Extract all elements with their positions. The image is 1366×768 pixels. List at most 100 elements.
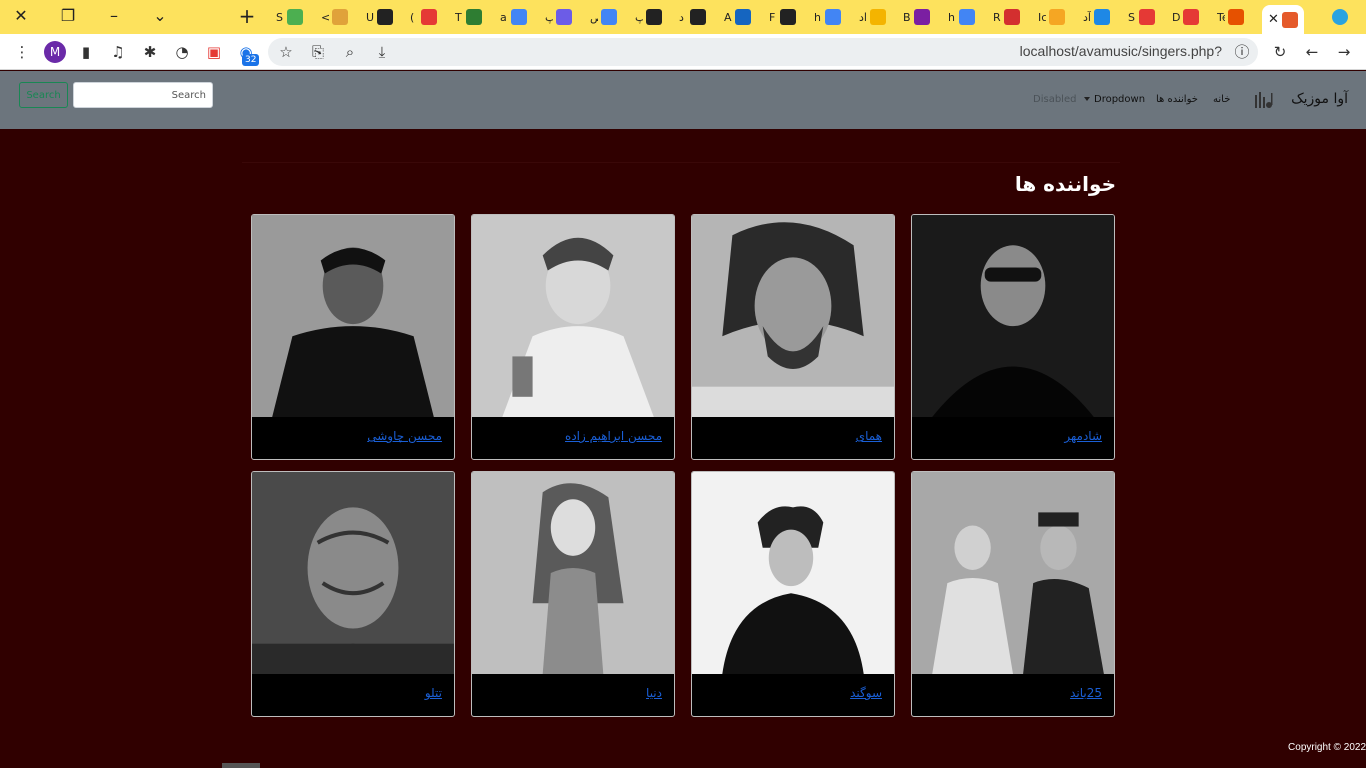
browser-menu-icon[interactable]: ⋮ [12, 42, 32, 62]
extension-ghost-icon[interactable]: ◔ [172, 42, 192, 62]
forward-icon[interactable]: → [1334, 42, 1354, 62]
tab-title: آد [1083, 10, 1091, 24]
browser-tab[interactable]: T [455, 5, 482, 29]
singer-photo [692, 472, 894, 674]
browser-toolbar: ⋮ M ▮ ♫ ✱ ◔ ▣ ◉ 32 ☆ ⎘ ⌕ ⤓ localhost/ava… [0, 34, 1366, 70]
browser-tab[interactable]: a [500, 5, 527, 29]
browser-tab[interactable]: Te [1217, 5, 1244, 29]
download-icon[interactable]: ⤓ [372, 42, 392, 62]
singer-name-link[interactable]: سوگند [850, 686, 882, 700]
singer-name-link[interactable]: تتلو [425, 686, 442, 700]
singer-card[interactable]: سوگند [691, 471, 895, 717]
singer-name-link[interactable]: شادمهر [1064, 429, 1102, 443]
browser-tab[interactable]: h [948, 5, 975, 29]
tab-active[interactable]: ✕ [1262, 5, 1304, 34]
singer-name-link[interactable]: دنیا [646, 686, 662, 700]
nav-dropdown[interactable]: Dropdown [1084, 94, 1145, 105]
tab-favicon-icon [511, 9, 527, 25]
singer-name-link[interactable]: همای [856, 429, 882, 443]
browser-tab[interactable]: F [769, 5, 796, 29]
tab-title: Te [1217, 10, 1225, 24]
share-icon[interactable]: ⎘ [308, 42, 328, 62]
browser-tab[interactable]: U [366, 5, 393, 29]
singer-card[interactable]: محسن چاوشی [251, 214, 455, 460]
singer-name-link[interactable]: محسن چاوشی [367, 429, 442, 443]
singer-name-link[interactable]: 25باند [1070, 686, 1102, 700]
search-input[interactable] [73, 82, 213, 108]
address-bar[interactable]: ☆ ⎘ ⌕ ⤓ localhost/avamusic/singers.php? … [268, 38, 1258, 66]
browser-tab[interactable]: S [276, 5, 303, 29]
tab-favicon-icon [466, 9, 482, 25]
browser-tab[interactable]: R [993, 5, 1020, 29]
singer-photo [912, 472, 1114, 674]
search-button[interactable]: Search [19, 82, 68, 108]
tab-title: U [366, 10, 374, 24]
tab-favicon-icon [690, 9, 706, 25]
browser-tab[interactable]: آد [1083, 5, 1110, 29]
tab-favicon-icon [959, 9, 975, 25]
browser-tab[interactable]: S [1128, 5, 1155, 29]
tab-favicon-icon [601, 9, 617, 25]
singer-card[interactable]: دنیا [471, 471, 675, 717]
browser-tab[interactable]: ( [410, 5, 437, 29]
minimize-window-icon[interactable]: – [101, 4, 127, 28]
browser-tab[interactable]: B [903, 5, 930, 29]
browser-tab[interactable]: A [724, 5, 751, 29]
side-panel-icon[interactable]: ▮ [76, 42, 96, 62]
close-window-icon[interactable]: ✕ [8, 4, 34, 28]
tab-search-chevron-icon[interactable]: ⌄ [147, 4, 173, 28]
singer-photo [472, 215, 674, 417]
tab-favicon-icon [1139, 9, 1155, 25]
browser-tab[interactable]: Ic [1038, 5, 1065, 29]
bookmark-star-icon[interactable]: ☆ [276, 42, 296, 62]
singer-card[interactable]: محسن ابراهیم زاده [471, 214, 675, 460]
browser-tab[interactable]: د [679, 5, 706, 29]
extension-pocket-icon[interactable]: ▣ [204, 42, 224, 62]
browser-tab[interactable]: پ [635, 5, 662, 29]
singer-photo [912, 215, 1114, 417]
tab-favicon-icon [287, 9, 303, 25]
url-text[interactable]: localhost/avamusic/singers.php? [1020, 43, 1222, 59]
browser-tab[interactable]: ص [590, 5, 617, 29]
tab-telegram[interactable] [1332, 5, 1348, 29]
nav-link-home[interactable]: خانه [1213, 94, 1230, 105]
tab-title: R [993, 10, 1001, 24]
zoom-icon[interactable]: ⌕ [340, 42, 360, 62]
brand-name[interactable]: آوا موزیک [1291, 91, 1348, 107]
tab-title: A [724, 10, 732, 24]
tab-favicon-icon [332, 9, 348, 25]
singer-card[interactable]: تتلو [251, 471, 455, 717]
restore-window-icon[interactable]: ❐ [55, 4, 81, 28]
tab-title: T [455, 10, 462, 24]
nav-link-singers[interactable]: خواننده ها [1156, 94, 1198, 105]
back-icon[interactable]: ← [1302, 42, 1322, 62]
new-tab-icon[interactable]: + [234, 4, 260, 28]
singer-name-link[interactable]: محسن ابراهیم زاده [565, 429, 662, 443]
profile-avatar[interactable]: M [44, 41, 66, 63]
singer-photo [252, 215, 454, 417]
browser-tab[interactable]: اد [859, 5, 886, 29]
browser-tab[interactable]: < [321, 5, 348, 29]
extensions-icon[interactable]: ✱ [140, 42, 160, 62]
tab-title: پ [545, 10, 553, 24]
close-tab-icon[interactable]: ✕ [1268, 12, 1279, 27]
tab-favicon-icon [421, 9, 437, 25]
telegram-favicon-icon [1332, 9, 1348, 25]
browser-tab[interactable]: h [814, 5, 841, 29]
singer-card[interactable]: 25باند [911, 471, 1115, 717]
reload-icon[interactable]: ↻ [1270, 42, 1290, 62]
tab-title: B [903, 10, 911, 24]
tab-title: اد [859, 10, 867, 24]
singer-card[interactable]: همای [691, 214, 895, 460]
browser-tab[interactable]: D [1172, 5, 1199, 29]
tab-title: F [769, 10, 776, 24]
brand-logo-icon[interactable] [1252, 89, 1274, 111]
tab-favicon-icon [1094, 9, 1110, 25]
tab-title: S [276, 10, 283, 24]
site-info-icon[interactable]: ⓘ [1232, 42, 1252, 62]
tab-favicon-icon [1183, 9, 1199, 25]
browser-tab[interactable]: پ [545, 5, 572, 29]
singer-card[interactable]: شادمهر [911, 214, 1115, 460]
tab-title: h [948, 10, 955, 24]
media-controls-icon[interactable]: ♫ [108, 42, 128, 62]
